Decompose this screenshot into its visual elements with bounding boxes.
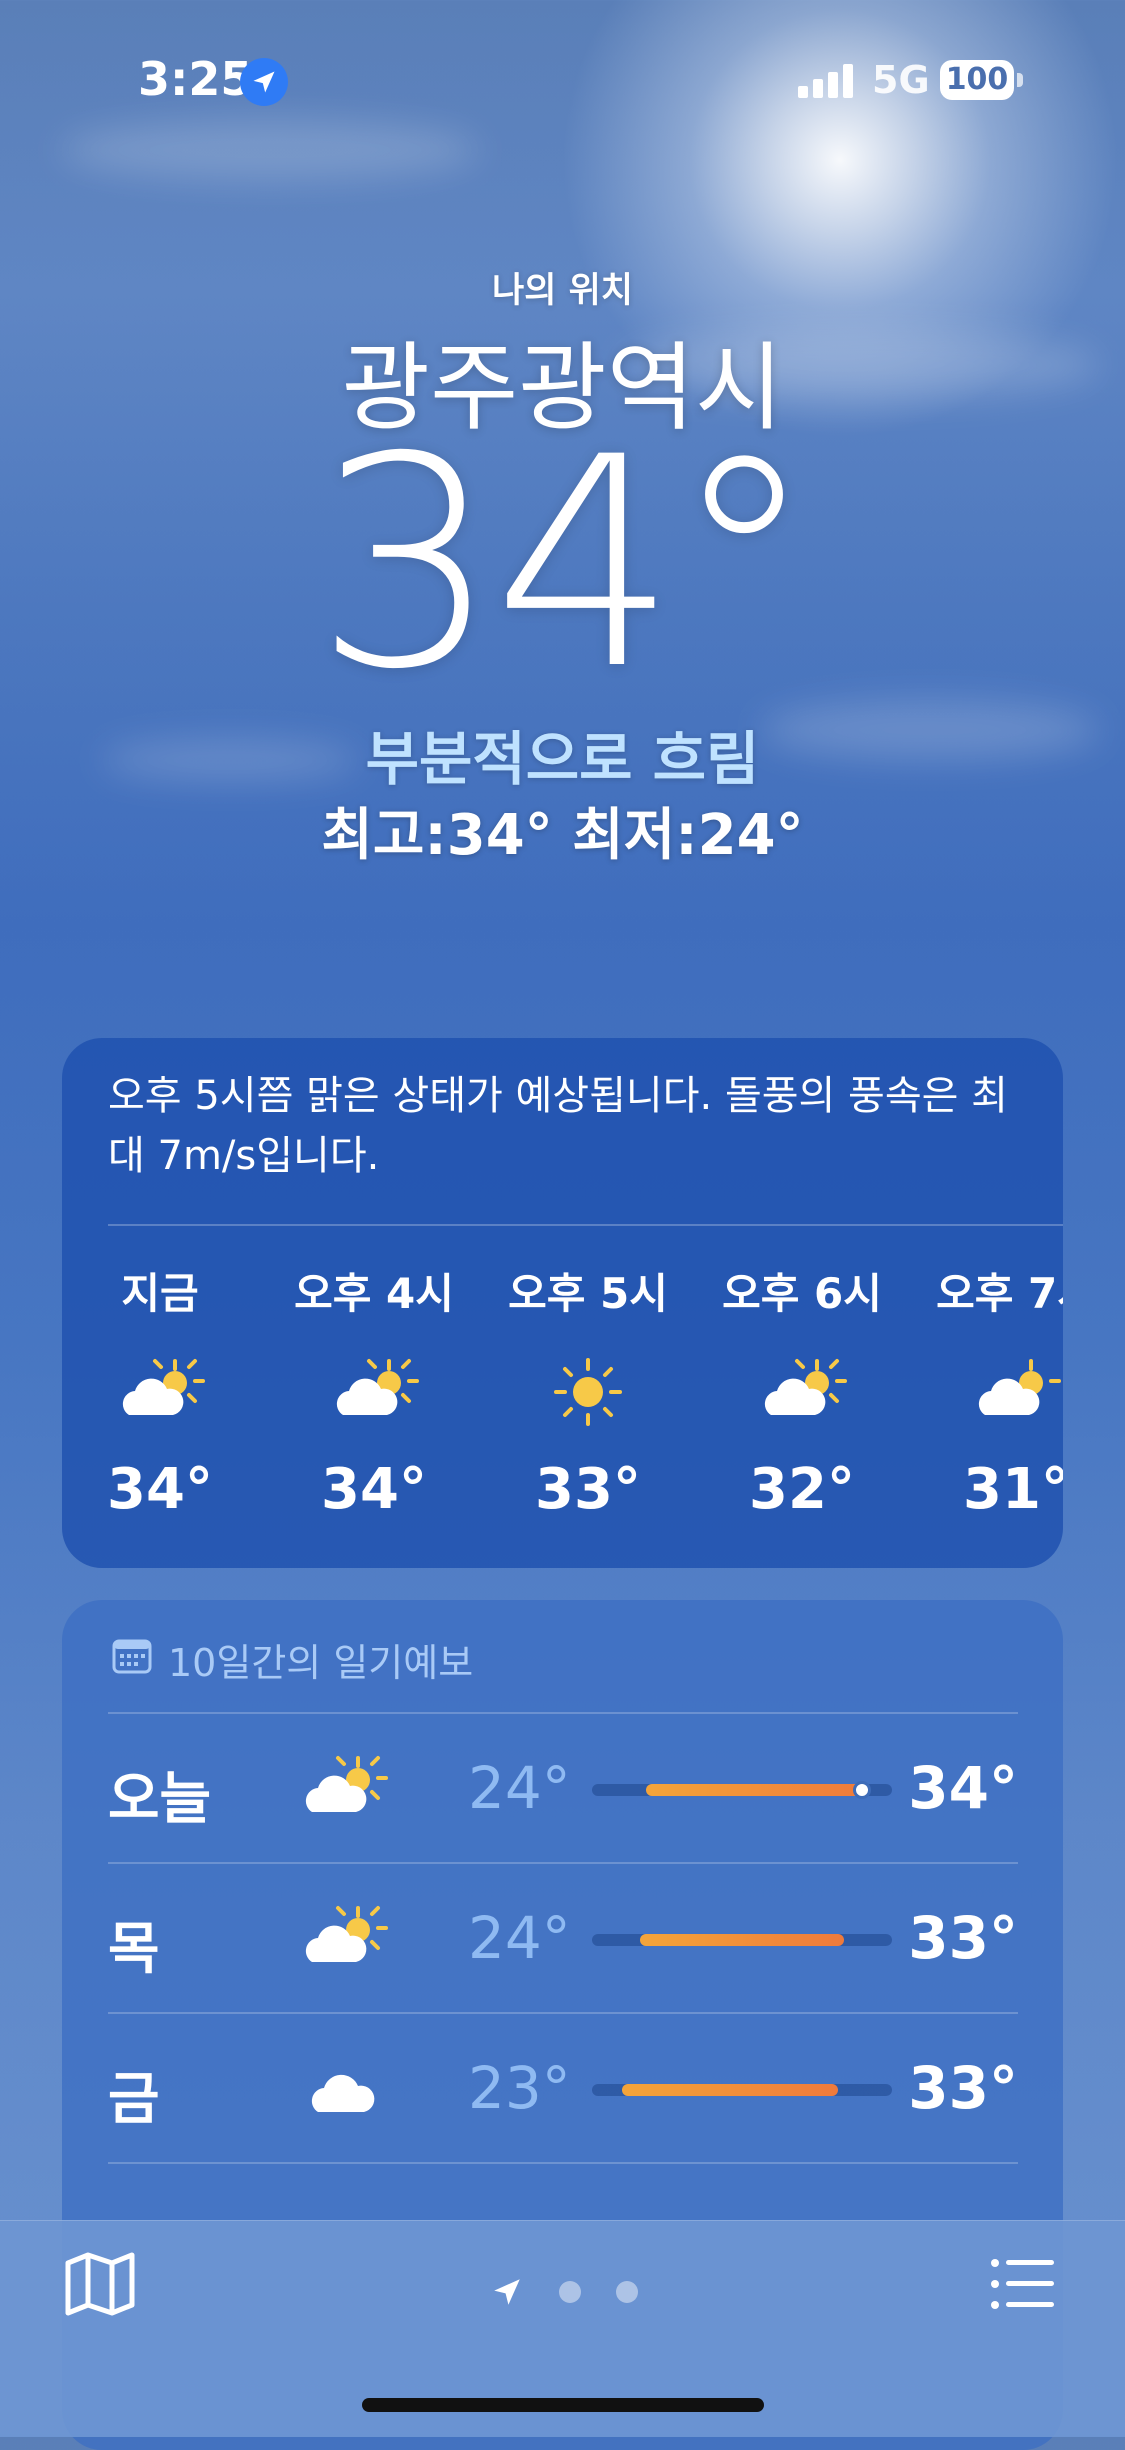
day-name: 목 — [108, 1917, 160, 1982]
page-indicator[interactable] — [490, 2275, 639, 2309]
my-location-label: 나의 위치 — [492, 271, 633, 311]
network-type: 5G — [872, 58, 930, 102]
map-icon[interactable] — [64, 2251, 136, 2321]
hour-item: 오후 5시 33° — [498, 1248, 678, 1522]
current-location-icon — [494, 2279, 520, 2305]
forecast-summary: 오후 5시쯤 맑은 상태가 예상됩니다. 돌풍의 풍속은 최대 7m/s입니다. — [108, 1073, 1008, 1179]
partly-sunny-icon — [712, 1357, 892, 1427]
day-row[interactable]: 오늘 24° 34° — [108, 1712, 1018, 1862]
partly-sunny-icon — [70, 1357, 250, 1427]
day-high-temp: 33° — [908, 1904, 1018, 1972]
cloud-icon — [298, 2054, 388, 2128]
divider — [108, 1224, 1063, 1226]
day-name: 금 — [108, 2067, 160, 2132]
hour-item: 오후 7시 31° — [926, 1248, 1063, 1522]
home-indicator — [362, 2398, 764, 2412]
high-low-temperature: 최고:34° 최저:24° — [321, 803, 804, 868]
partly-sunny-icon — [284, 1357, 464, 1427]
current-temperature: 34° — [314, 396, 816, 733]
day-name: 오늘 — [108, 1767, 212, 1832]
hour-temp: 32° — [749, 1457, 855, 1522]
divider — [108, 2012, 1018, 2014]
daily-forecast-title: 10일간의 일기예보 — [168, 1641, 474, 1685]
status-time: 3:25 — [138, 52, 253, 106]
hour-label: 지금 — [121, 1269, 199, 1318]
battery-icon: 100 — [940, 60, 1014, 100]
day-row[interactable]: 금 23° 33° — [108, 2012, 1018, 2162]
partly-sunny-icon — [298, 1904, 388, 1978]
hour-temp: 34° — [321, 1457, 427, 1522]
partly-sunny-icon — [298, 1754, 388, 1828]
hour-temp: 33° — [535, 1457, 641, 1522]
day-high-temp: 34° — [908, 1754, 1018, 1822]
weather-condition: 부분적으로 흐림 — [365, 725, 760, 793]
partly-sunny-icon — [926, 1357, 1063, 1427]
day-low-temp: 24° — [468, 1754, 571, 1822]
calendar-icon — [112, 1638, 152, 1678]
divider — [108, 2162, 1018, 2164]
status-bar: 3:25 5G 100 — [0, 0, 1125, 150]
day-low-temp: 24° — [468, 1904, 571, 1972]
hour-label: 오후 6시 — [722, 1269, 882, 1318]
hourly-forecast-card[interactable]: 오후 5시쯤 맑은 상태가 예상됩니다. 돌풍의 풍속은 최대 7m/s입니다.… — [62, 1038, 1063, 1568]
hour-item: 지금 34° — [70, 1248, 250, 1522]
temperature-range-bar — [640, 1934, 844, 1946]
page-dot — [616, 2281, 639, 2303]
divider — [108, 1712, 1018, 1714]
divider — [108, 1862, 1018, 1864]
current-temperature-dot — [853, 1781, 871, 1799]
temperature-range-bar — [622, 2084, 838, 2096]
day-row[interactable]: 목 24° 33° — [108, 1862, 1018, 2012]
cellular-signal-icon — [798, 64, 858, 102]
temperature-range-bar — [646, 1784, 868, 1796]
hour-item: 오후 6시 32° — [712, 1248, 892, 1522]
hour-temp: 34° — [107, 1457, 213, 1522]
hour-label: 오후 7시 — [936, 1269, 1063, 1318]
location-arrow-icon — [240, 58, 288, 106]
sun-icon — [498, 1357, 678, 1427]
hour-item: 오후 4시 34° — [284, 1248, 464, 1522]
temperature-range-track — [592, 2084, 892, 2096]
hourly-list[interactable]: 지금 34° 오후 4시 34° 오후 5시 33° 오후 6시 32° 오후 … — [62, 1248, 1063, 1548]
page-dot — [559, 2281, 582, 2303]
day-low-temp: 23° — [468, 2054, 571, 2122]
hour-label: 오후 4시 — [294, 1269, 454, 1318]
battery-tip — [1017, 73, 1023, 87]
temperature-range-track — [592, 1781, 892, 1799]
list-icon[interactable] — [990, 2257, 1056, 2315]
hour-label: 오후 5시 — [508, 1269, 668, 1318]
temperature-range-track — [592, 1934, 892, 1946]
day-high-temp: 33° — [908, 2054, 1018, 2122]
hour-temp: 31° — [963, 1457, 1063, 1522]
